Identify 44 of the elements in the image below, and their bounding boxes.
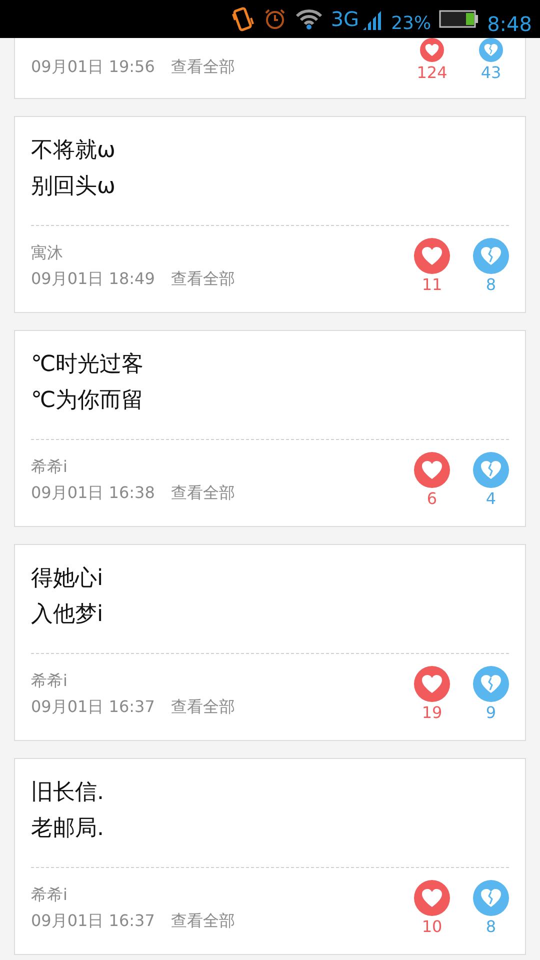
vibrate-icon (230, 6, 255, 32)
post-text: ℃时光过客 (31, 351, 145, 379)
post-date: 09月01日 19:56 (31, 56, 155, 78)
post-card[interactable]: ℃时光过客 ℃为你而留 希希i 09月01日 16:38 查看全部 6 4 (14, 330, 526, 527)
view-all-link[interactable]: 查看全部 (170, 266, 235, 292)
post-date: 09月01日 18:49 (31, 268, 155, 290)
dislike-count: 9 (486, 702, 496, 724)
dislike-count: 8 (486, 916, 496, 938)
like-count: 6 (426, 488, 438, 510)
author-name: 寓沐 (31, 242, 63, 264)
battery-percent: 23% (391, 12, 432, 36)
clock-time: 8:48 (487, 11, 532, 38)
post-date: 09月01日 16:38 (31, 482, 155, 504)
author-name: 希希i (31, 884, 68, 906)
post-card[interactable]: 旧长信. 老邮局. 希希i 09月01日 16:37 查看全部 10 8 (14, 758, 526, 955)
view-all-link[interactable]: 查看全部 (170, 908, 235, 934)
network-type: 3G (330, 6, 360, 33)
view-all-link[interactable]: 查看全部 (170, 480, 235, 506)
wifi-icon (294, 8, 323, 30)
dislike-count: 4 (486, 488, 496, 510)
post-date: 09月01日 16:37 (31, 696, 155, 718)
post-text: 老邮局. (31, 815, 105, 843)
like-count: 10 (422, 916, 442, 938)
battery-icon (439, 9, 480, 29)
view-all-link[interactable]: 查看全部 (170, 694, 235, 720)
author-name: 希希i (31, 456, 68, 478)
like-count: 11 (422, 274, 442, 296)
post-card[interactable]: 不将就ω 别回头ω 寓沐 09月01日 18:49 查看全部 11 8 (14, 116, 526, 313)
post-text: 得她心i (31, 565, 104, 593)
post-text: 旧长信. (31, 779, 105, 807)
dislike-count: 43 (480, 62, 502, 84)
like-count: 124 (416, 62, 448, 84)
alarm-clock-icon (262, 7, 287, 31)
post-card[interactable]: 09月01日 19:56 查看全部 124 43 (14, 38, 526, 99)
post-text: 别回头ω (31, 173, 116, 201)
post-card[interactable]: 得她心i 入他梦i 希希i 09月01日 16:37 查看全部 19 9 (14, 544, 526, 741)
post-date: 09月01日 16:37 (31, 910, 155, 932)
dislike-count: 8 (486, 274, 496, 296)
like-count: 19 (422, 702, 442, 724)
view-all-link[interactable]: 查看全部 (170, 54, 235, 80)
post-text: 入他梦i (31, 601, 104, 629)
post-text: 不将就ω (31, 137, 116, 165)
post-text: ℃为你而留 (31, 387, 145, 415)
author-name: 希希i (31, 670, 68, 692)
